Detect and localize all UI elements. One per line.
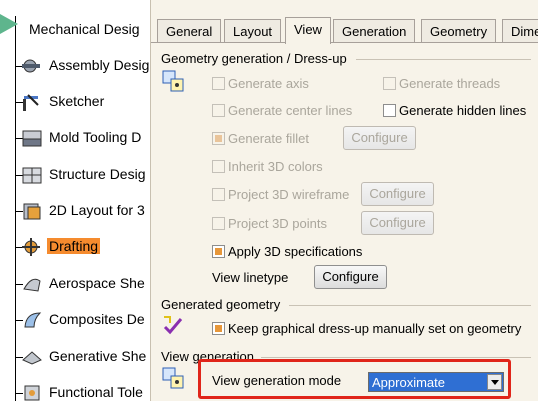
tree-item-2d-layout[interactable]: 2D Layout for 3 [0, 199, 150, 223]
view-generation-mode-highlight: View generation mode Approximate [198, 359, 511, 399]
generate-fillet-label: Generate fillet [228, 131, 309, 146]
workbench-tree: Mechanical Desig Assembly Desig Sketcher… [0, 0, 150, 401]
project-3d-points-label: Project 3D points [228, 216, 327, 231]
section-rule [289, 305, 531, 306]
tree-item-label: Sketcher [49, 93, 105, 109]
tab-geometry[interactable]: Geometry [421, 19, 497, 43]
tree-item-structure-design[interactable]: Structure Desig [0, 163, 150, 187]
geometry-generation-icon [162, 70, 184, 92]
tab-generation[interactable]: Generation [333, 19, 416, 43]
wireframe-configure-button[interactable]: Configure [361, 182, 434, 206]
assembly-icon [22, 59, 40, 73]
tree-item-label: 2D Layout for 3 [49, 202, 145, 218]
tree-item-label: Assembly Desig [49, 57, 150, 73]
generate-center-lines-label: Generate center lines [228, 103, 353, 118]
section-title-generated-geometry: Generated geometry [161, 297, 281, 312]
tree-item-label: Functional Tole [49, 384, 143, 400]
tab-dimension[interactable]: Dime [502, 19, 538, 43]
tree-item-drafting[interactable]: Drafting [0, 235, 150, 259]
generative-icon [22, 351, 42, 365]
view-generation-icon [162, 367, 184, 389]
tree-item-label: Mold Tooling D [49, 129, 142, 145]
tree-item-assembly-design[interactable]: Assembly Desig [0, 54, 150, 78]
options-panel: General Layout View Generation Geometry … [150, 0, 538, 401]
generate-fillet-checkbox[interactable] [212, 132, 225, 145]
section-title-geometry: Geometry generation / Dress-up [161, 51, 347, 66]
aerospace-icon [23, 278, 41, 292]
project-3d-wireframe-checkbox[interactable] [212, 188, 225, 201]
section-rule [356, 59, 531, 60]
keep-dressup-checkbox[interactable] [212, 322, 225, 335]
generate-threads-checkbox[interactable] [383, 77, 396, 90]
generate-hidden-lines-checkbox[interactable] [383, 104, 396, 117]
linetype-configure-button[interactable]: Configure [314, 265, 387, 289]
generate-axis-checkbox[interactable] [212, 77, 225, 90]
view-generation-mode-select[interactable]: Approximate [368, 372, 504, 392]
expand-arrow-icon[interactable] [0, 14, 18, 34]
tab-view[interactable]: View [285, 17, 331, 44]
tree-item-composites-design[interactable]: Composites De [0, 308, 150, 332]
tree-item-label: Aerospace She [49, 275, 145, 291]
generate-threads-label: Generate threads [399, 76, 501, 91]
mold-tooling-icon [22, 130, 42, 147]
drafting-icon [22, 238, 40, 256]
view-generation-mode-label: View generation mode [212, 373, 342, 388]
tree-item-aerospace-sheetmetal[interactable]: Aerospace She [0, 272, 150, 296]
fillet-configure-button[interactable]: Configure [343, 126, 416, 150]
tab-layout[interactable]: Layout [224, 19, 282, 43]
tree-item-sketcher[interactable]: Sketcher [0, 90, 150, 114]
tab-divider [151, 42, 538, 43]
structure-icon [22, 167, 42, 184]
inherit-3d-colors-label: Inherit 3D colors [228, 159, 323, 174]
generate-axis-label: Generate axis [228, 76, 309, 91]
apply-3d-specifications-label: Apply 3D specifications [228, 244, 363, 259]
tree-item-mold-tooling[interactable]: Mold Tooling D [0, 126, 150, 150]
inherit-3d-colors-checkbox[interactable] [212, 160, 225, 173]
sketcher-icon [23, 94, 39, 111]
layout-2d-icon [23, 203, 41, 220]
tab-general[interactable]: General [157, 19, 222, 43]
tree-item-label: Structure Desig [49, 166, 146, 182]
keep-dressup-label: Keep graphical dress-up manually set on … [228, 321, 522, 336]
apply-3d-specifications-checkbox[interactable] [212, 245, 225, 258]
points-configure-button[interactable]: Configure [361, 211, 434, 235]
tree-root-label[interactable]: Mechanical Desig [29, 21, 140, 37]
generate-hidden-lines-label: Generate hidden lines [399, 103, 527, 118]
view-linetype-label: View linetype [212, 270, 289, 285]
tree-item-label: Composites De [49, 311, 145, 327]
tree-item-label: Drafting [47, 238, 101, 254]
tree-item-generative-sheetmetal[interactable]: Generative She [0, 345, 150, 369]
project-3d-points-checkbox[interactable] [212, 217, 225, 230]
tab-bar: General Layout View Generation Geometry … [157, 17, 538, 44]
tree-item-functional-tolerancing[interactable]: Functional Tole [0, 381, 150, 401]
project-3d-wireframe-label: Project 3D wireframe [228, 187, 350, 202]
generated-geometry-icon [163, 316, 183, 335]
composites-icon [24, 312, 42, 328]
chevron-down-icon[interactable] [487, 374, 502, 390]
view-generation-mode-value: Approximate [372, 375, 445, 390]
tree-item-label: Generative She [49, 348, 147, 364]
functional-tolerancing-icon [24, 385, 40, 401]
section-rule [261, 357, 531, 358]
generate-center-lines-checkbox[interactable] [212, 104, 225, 117]
